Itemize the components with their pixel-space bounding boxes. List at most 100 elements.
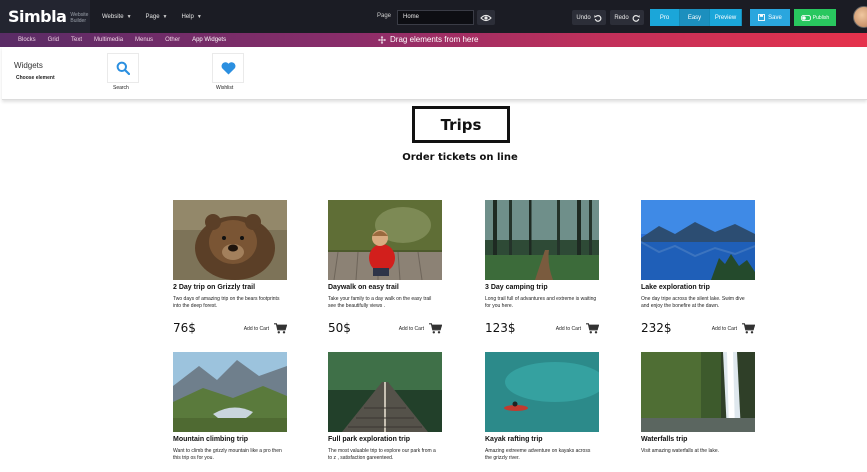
trip-card[interactable]: Mountain climbing trip Want to climb the… (173, 352, 287, 462)
eye-icon (480, 14, 492, 21)
widget-search-label: Search (113, 85, 129, 91)
move-icon (378, 35, 386, 44)
menu-website[interactable]: Website ▼ (102, 14, 132, 20)
save-button[interactable]: Save (750, 9, 790, 26)
mode-pro-button[interactable]: Pro (650, 9, 680, 26)
add-to-cart-button[interactable]: Add to Cart (244, 323, 287, 334)
trip-image (173, 200, 287, 280)
trip-price: 123$ (485, 321, 516, 335)
trip-title[interactable]: Mountain climbing trip (173, 436, 287, 443)
trip-buy-row: 50$ Add to Cart (328, 321, 442, 335)
logo-subtitle: Website Builder (70, 11, 89, 24)
tab-other[interactable]: Other (165, 37, 180, 43)
trip-buy-row: 123$ Add to Cart (485, 321, 599, 335)
preview-button[interactable]: Preview (710, 9, 742, 26)
heart-icon (221, 61, 235, 74)
add-to-cart-button[interactable]: Add to Cart (399, 323, 442, 334)
trip-card[interactable]: Waterfalls trip Visit amazing waterfalls… (641, 352, 755, 455)
search-icon (116, 61, 130, 75)
caret-down-icon: ▼ (196, 13, 202, 20)
trip-description: One day tripe across the silent lake. Sw… (641, 296, 745, 309)
page-title-box[interactable]: Trips (412, 106, 510, 143)
trip-description: Visit amazing waterfalls at the lake. (641, 448, 720, 454)
mode-easy-button[interactable]: Easy (680, 9, 710, 26)
trip-price: 232$ (641, 321, 672, 335)
widgets-subtitle: Choose element (16, 75, 55, 81)
undo-button[interactable]: Undo (572, 10, 606, 25)
trip-description: Amazing extreeme adventure on kayaks acr… (485, 448, 591, 461)
add-to-cart-button[interactable]: Add to Cart (712, 323, 755, 334)
trip-price: 50$ (328, 321, 351, 335)
trip-description: Want to climb the grizzly mountain like … (173, 448, 282, 461)
page-title: Trips (440, 115, 482, 134)
menu-page[interactable]: Page ▼ (146, 14, 168, 20)
menu-help[interactable]: Help ▼ (182, 14, 202, 20)
cart-icon (429, 323, 442, 334)
trip-description: The most valuable trip to explore our pa… (328, 448, 436, 461)
tab-grid[interactable]: Grid (48, 37, 59, 43)
cart-icon (742, 323, 755, 334)
trip-card[interactable]: Kayak rafting trip Amazing extreeme adve… (485, 352, 599, 462)
mode-toggle: Pro Easy Preview (650, 9, 742, 26)
undo-label: Undo (576, 14, 591, 21)
trip-title[interactable]: 2 Day trip on Grizzly trail (173, 284, 287, 291)
page-subtitle: Order tickets on line (402, 152, 518, 163)
widget-wishlist[interactable] (212, 53, 244, 83)
trip-image (485, 352, 599, 432)
trip-card[interactable]: Lake exploration trip One day tripe acro… (641, 200, 755, 335)
trip-title[interactable]: Waterfalls trip (641, 436, 755, 443)
redo-icon (632, 14, 640, 22)
trip-title[interactable]: Kayak rafting trip (485, 436, 599, 443)
drag-hint: Drag elements from here (378, 35, 478, 44)
undo-icon (593, 14, 602, 22)
trip-buy-row: 232$ Add to Cart (641, 321, 755, 335)
cart-icon (586, 323, 599, 334)
tab-multimedia[interactable]: Multimedia (94, 37, 123, 43)
add-to-cart-label: Add to Cart (243, 325, 269, 332)
trip-image (328, 200, 442, 280)
trip-image (485, 200, 599, 280)
toggle-icon (800, 14, 811, 21)
tab-blocks[interactable]: Blocks (18, 37, 36, 43)
save-label: Save (768, 14, 782, 21)
app-logo[interactable]: Simbla Website Builder (0, 0, 90, 33)
widget-search[interactable] (107, 53, 139, 83)
redo-button[interactable]: Redo (610, 10, 644, 25)
redo-label: Redo (614, 14, 629, 21)
top-menu: Website ▼ Page ▼ Help ▼ (102, 14, 202, 20)
trip-image (641, 200, 755, 280)
publish-label: Publish (812, 14, 830, 21)
trip-buy-row: 76$ Add to Cart (173, 321, 287, 335)
tab-menus[interactable]: Menus (135, 37, 153, 43)
trip-title[interactable]: Lake exploration trip (641, 284, 755, 291)
trip-description: Two days of amazing trip on the bears fo… (173, 296, 280, 309)
caret-down-icon: ▼ (126, 13, 132, 20)
trip-card[interactable]: 3 Day camping trip Long trail full of ad… (485, 200, 599, 335)
publish-button[interactable]: Publish (794, 9, 836, 26)
page-select-label: Page (377, 13, 392, 19)
tab-text[interactable]: Text (71, 37, 82, 43)
trip-image (641, 352, 755, 432)
add-to-cart-button[interactable]: Add to Cart (556, 323, 599, 334)
logo-text: Simbla (8, 7, 67, 26)
trip-title[interactable]: Full park exploration trip (328, 436, 442, 443)
widgets-title: Widgets (14, 61, 43, 70)
trip-card[interactable]: 2 Day trip on Grizzly trail Two days of … (173, 200, 287, 335)
trip-title[interactable]: 3 Day camping trip (485, 284, 599, 291)
caret-down-icon: ▼ (162, 13, 168, 20)
view-page-button[interactable] (477, 10, 495, 25)
trip-description: Take your family to a day walk on the ea… (328, 296, 432, 309)
drag-hint-text: Drag elements from here (390, 35, 479, 44)
trip-image (173, 352, 287, 432)
add-to-cart-label: Add to Cart (711, 325, 737, 332)
trip-card[interactable]: Daywalk on easy trail Take your family t… (328, 200, 442, 335)
trip-card[interactable]: Full park exploration trip The most valu… (328, 352, 442, 462)
widgets-panel: Widgets Choose element Search Wishlist (2, 47, 867, 100)
tab-app-widgets[interactable]: App Widgets (192, 37, 226, 43)
trip-title[interactable]: Daywalk on easy trail (328, 284, 442, 291)
floppy-icon (758, 14, 766, 21)
page-select[interactable]: Home (397, 10, 474, 25)
add-to-cart-label: Add to Cart (398, 325, 424, 332)
add-to-cart-label: Add to Cart (555, 325, 581, 332)
widget-wishlist-label: Wishlist (216, 85, 234, 91)
